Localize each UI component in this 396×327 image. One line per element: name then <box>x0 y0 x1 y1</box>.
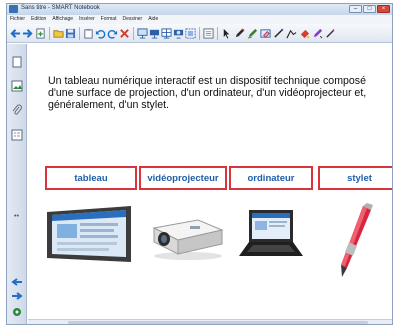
window-controls: – □ × <box>349 5 390 13</box>
camera-icon[interactable] <box>173 28 184 39</box>
delete-icon[interactable] <box>119 28 130 39</box>
laptop-image[interactable] <box>237 208 305 262</box>
label-ordinateur[interactable]: ordinateur <box>229 166 313 190</box>
properties-panel-icon[interactable] <box>203 28 214 39</box>
properties-icon[interactable] <box>11 129 23 141</box>
back-icon[interactable] <box>10 28 21 39</box>
menu-edit[interactable]: Edition <box>31 15 46 24</box>
toolbar-separator <box>49 27 50 40</box>
pen-icon[interactable] <box>234 28 245 39</box>
gallery-icon[interactable] <box>11 80 23 92</box>
whiteboard-image[interactable] <box>45 204 133 266</box>
table-icon[interactable] <box>161 28 172 39</box>
toolbar-separator <box>79 27 80 40</box>
label-tableau-text: tableau <box>74 172 108 184</box>
menu-help[interactable]: Aide <box>148 15 158 24</box>
menu-draw[interactable]: Dessiner <box>122 15 142 24</box>
smart-notebook-icon <box>9 5 18 13</box>
toolbar-separator <box>133 27 134 40</box>
capture-icon[interactable] <box>185 28 196 39</box>
minimize-button[interactable]: – <box>349 5 362 13</box>
scrollbar-thumb[interactable] <box>68 321 368 324</box>
notebook-page[interactable]: Un tableau numérique interactif est un d… <box>28 44 392 319</box>
label-videoprojecteur[interactable]: vidéoprojecteur <box>139 166 227 190</box>
magic-pen-icon[interactable] <box>312 28 323 39</box>
eraser-icon[interactable] <box>260 28 271 39</box>
label-stylet-text: stylet <box>347 172 372 184</box>
menu-bar: Fichier Edition Affichage Insérer Format… <box>7 15 392 24</box>
projector-image[interactable] <box>146 212 226 262</box>
close-button[interactable]: × <box>377 5 390 13</box>
label-stylet[interactable]: stylet <box>318 166 392 190</box>
label-tableau[interactable]: tableau <box>45 166 137 190</box>
creative-pen-icon[interactable] <box>247 28 258 39</box>
forward-icon[interactable] <box>22 28 33 39</box>
redo-icon[interactable] <box>107 28 118 39</box>
menu-format[interactable]: Format <box>101 15 117 24</box>
open-icon[interactable] <box>53 28 64 39</box>
menu-insert[interactable]: Insérer <box>79 15 95 24</box>
right-arrow-icon[interactable] <box>11 290 23 302</box>
display-icon[interactable] <box>149 28 160 39</box>
shape-icon[interactable] <box>286 28 297 39</box>
paste-icon[interactable] <box>83 28 94 39</box>
window-title: Sans titre - SMART Notebook <box>21 5 100 11</box>
panel-resize-handle[interactable]: •• <box>14 213 19 220</box>
select-icon[interactable] <box>221 28 232 39</box>
line-icon[interactable] <box>273 28 284 39</box>
label-ordinateur-text: ordinateur <box>247 172 295 184</box>
toolbar-separator <box>199 27 200 40</box>
title-bar: Sans titre - SMART Notebook – □ × <box>7 4 392 15</box>
left-arrow-icon[interactable] <box>11 276 23 288</box>
toolbar <box>7 24 392 43</box>
intro-text: Un tableau numérique interactif est un d… <box>48 75 367 111</box>
maximize-button[interactable]: □ <box>363 5 376 13</box>
settings-icon[interactable] <box>11 306 23 318</box>
page-sorter-icon[interactable] <box>11 56 23 68</box>
menu-file[interactable]: Fichier <box>10 15 25 24</box>
menu-view[interactable]: Affichage <box>52 15 73 24</box>
undo-icon[interactable] <box>95 28 106 39</box>
add-page-icon[interactable] <box>35 28 46 39</box>
horizontal-scrollbar[interactable] <box>28 319 392 324</box>
side-panel: •• <box>7 44 27 324</box>
more-tools-icon[interactable] <box>325 28 336 39</box>
save-icon[interactable] <box>65 28 76 39</box>
attachments-icon[interactable] <box>11 104 23 116</box>
label-videoprojecteur-text: vidéoprojecteur <box>147 172 219 184</box>
stylus-image[interactable] <box>333 202 375 280</box>
toolbar-separator <box>217 27 218 40</box>
fill-icon[interactable] <box>299 28 310 39</box>
app-window: Sans titre - SMART Notebook – □ × Fichie… <box>6 3 393 325</box>
screen-shade-icon[interactable] <box>137 28 148 39</box>
